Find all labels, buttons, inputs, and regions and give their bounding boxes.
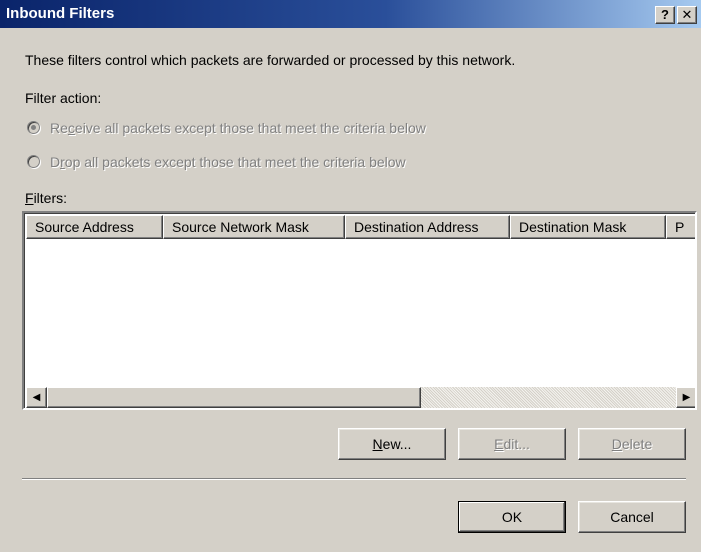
receive-all-label-rest: eive all packets except those that meet … (74, 120, 426, 136)
edit-button[interactable]: Edit... (458, 428, 566, 460)
column-header-protocol[interactable]: P (666, 215, 695, 239)
cancel-button[interactable]: Cancel (578, 501, 686, 533)
receive-all-accelerator: c (67, 120, 75, 136)
scroll-right-icon[interactable]: ▶ (676, 387, 695, 408)
receive-all-label-part: Re (50, 120, 68, 136)
filters-list[interactable]: Source Address Source Network Mask Desti… (22, 211, 697, 410)
close-button[interactable]: ✕ (677, 6, 697, 24)
new-label-rest: ew... (382, 436, 412, 452)
separator (22, 478, 686, 480)
drop-all-radio[interactable] (27, 155, 40, 168)
scroll-left-icon[interactable]: ◀ (26, 387, 47, 408)
filters-label: Filters: (25, 190, 67, 206)
help-button[interactable]: ? (655, 6, 675, 24)
receive-all-label[interactable]: Receive all packets except those that me… (50, 120, 426, 136)
window-title: Inbound Filters (6, 5, 115, 22)
horizontal-scrollbar[interactable]: ◀ ▶ (26, 387, 695, 408)
delete-button[interactable]: Delete (578, 428, 686, 460)
delete-accelerator: D (611, 436, 622, 452)
drop-all-label-rest: op all packets except those that meet th… (64, 154, 406, 170)
edit-label-rest: dit... (503, 436, 530, 452)
new-button[interactable]: New... (338, 428, 446, 460)
scrollbar-thumb[interactable] (47, 387, 421, 408)
filter-action-label: Filter action: (25, 90, 102, 106)
column-header-destination-mask[interactable]: Destination Mask (510, 215, 666, 239)
ok-button[interactable]: OK (458, 501, 566, 533)
description-text: These filters control which packets are … (25, 52, 516, 68)
drop-all-label[interactable]: Drop all packets except those that meet … (50, 154, 406, 170)
filters-label-rest: ilters: (33, 190, 68, 206)
column-header-source-network-mask[interactable]: Source Network Mask (163, 215, 345, 239)
radio-selected-dot (31, 125, 36, 130)
receive-all-radio[interactable] (27, 121, 40, 134)
drop-all-label-part: D (50, 154, 61, 170)
new-accelerator: N (372, 436, 383, 452)
filters-accelerator: F (25, 190, 34, 206)
column-header-destination-address[interactable]: Destination Address (345, 215, 510, 239)
title-bar: Inbound Filters ? ✕ (0, 0, 701, 28)
column-header-source-address[interactable]: Source Address (26, 215, 163, 239)
delete-label-rest: elete (621, 436, 653, 452)
